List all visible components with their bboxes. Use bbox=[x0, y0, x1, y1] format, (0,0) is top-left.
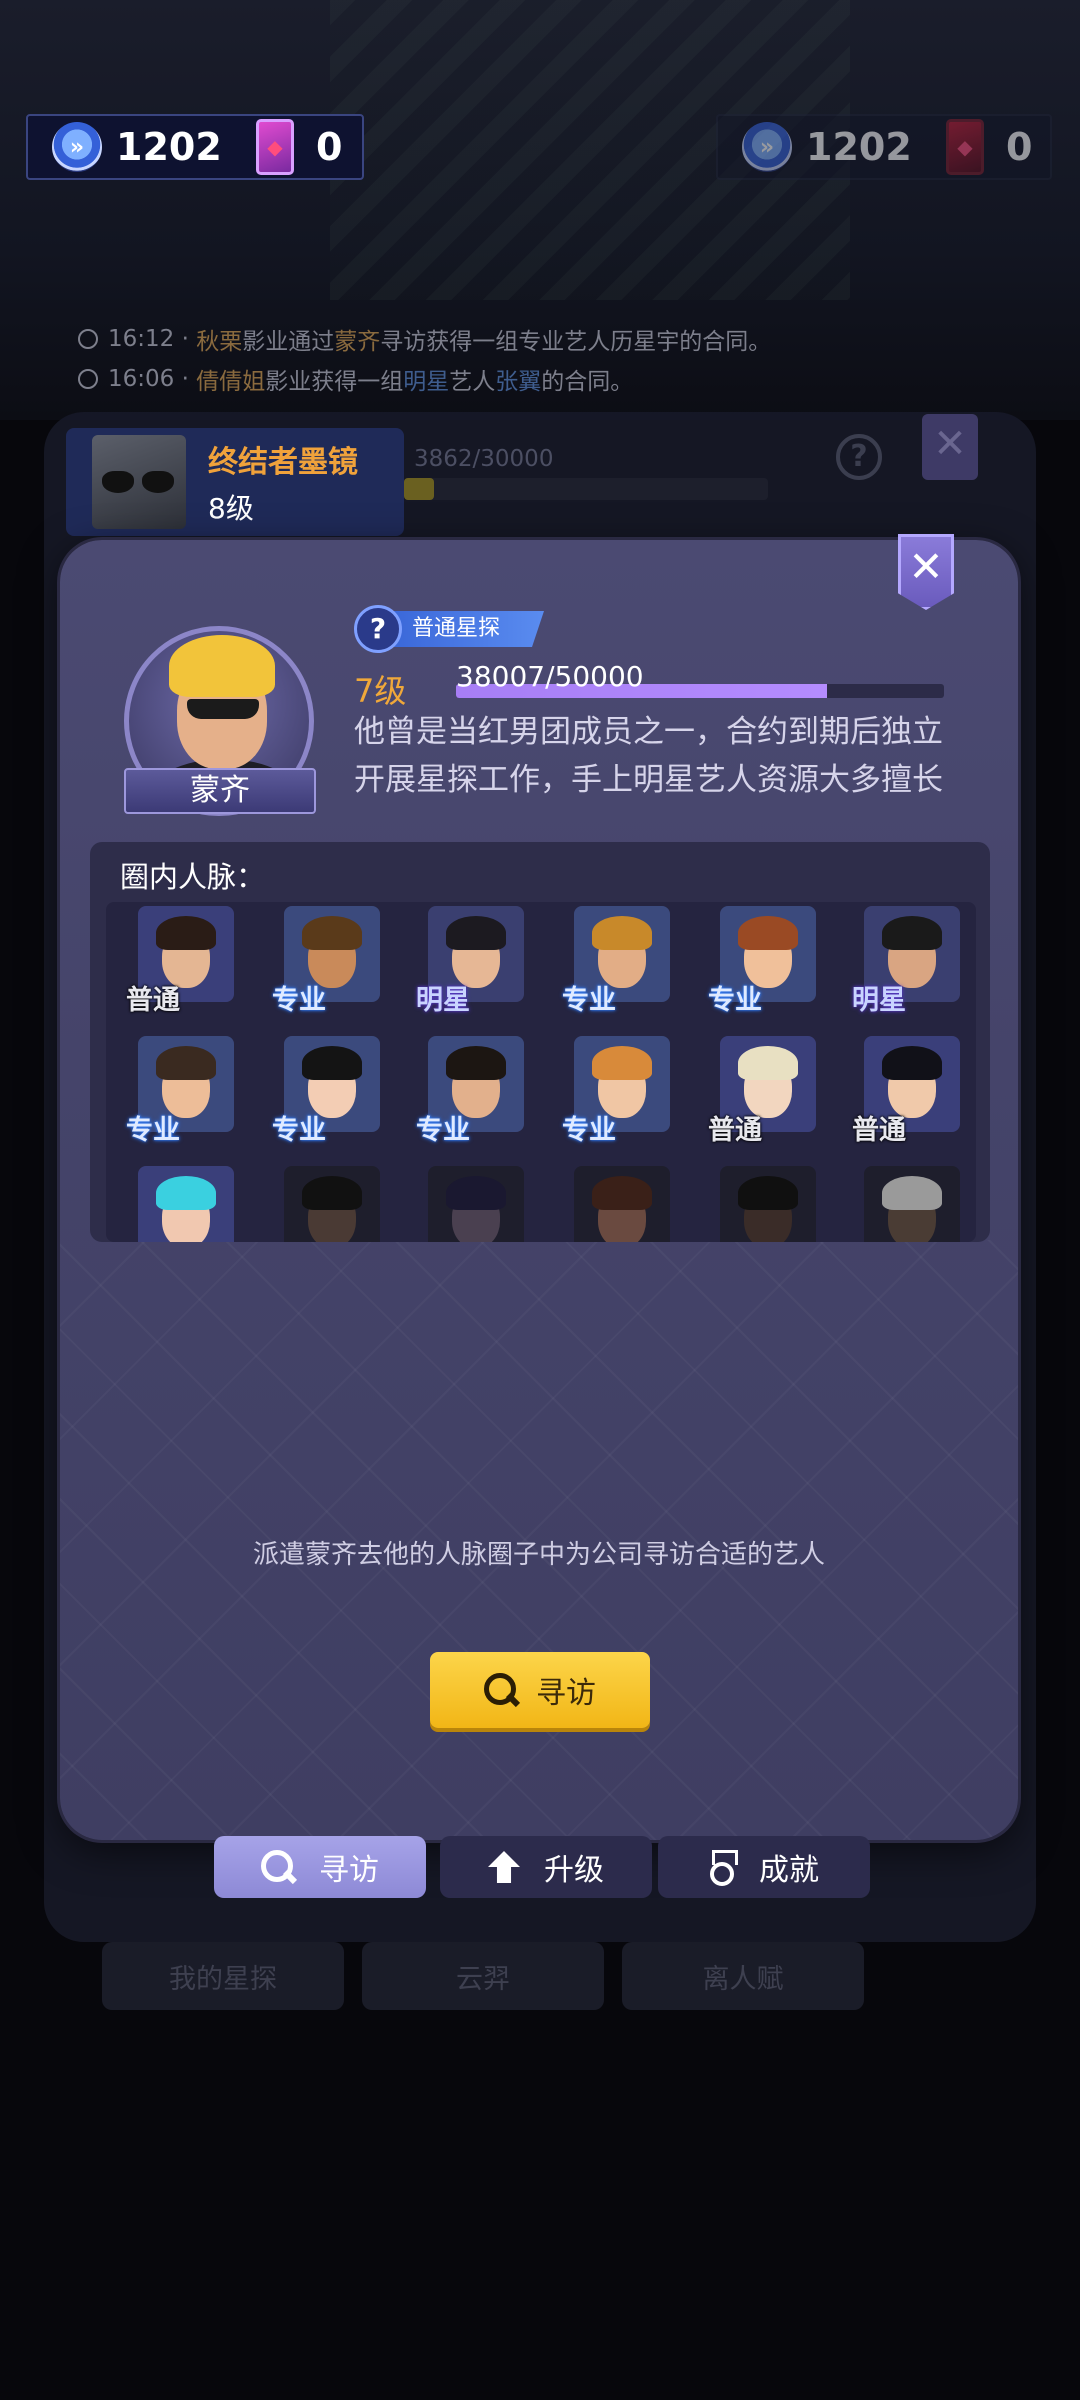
contact-card[interactable]: 明星 bbox=[852, 906, 960, 1016]
contact-card[interactable]: 普通 bbox=[708, 1036, 816, 1146]
contact-card[interactable]: 专业 bbox=[272, 1036, 380, 1146]
tab-search[interactable]: 寻访 bbox=[214, 1836, 426, 1898]
scout-level: 7级 bbox=[354, 672, 407, 710]
contact-rank: 普通 bbox=[126, 985, 180, 1016]
contact-avatar bbox=[428, 1166, 524, 1242]
item-progress-text: 3862/30000 bbox=[414, 446, 554, 472]
contact-rank: 专业 bbox=[126, 1115, 180, 1146]
scout-rank-icon: ? bbox=[354, 605, 402, 653]
card-icon: ◆ bbox=[946, 119, 984, 175]
stopwatch-count: 1202 bbox=[116, 125, 222, 169]
contact-card[interactable]: 专业 bbox=[562, 1036, 670, 1146]
upgrade-arrow-icon bbox=[488, 1851, 520, 1883]
item-name: 终结者墨镜 bbox=[208, 445, 358, 480]
clock-icon bbox=[78, 369, 98, 389]
contacts-grid[interactable]: 普通 专业 明星 专业 专业 明星 专业 专业 专业 专业 普通 普通 bbox=[106, 902, 976, 1242]
scout-bio: 他曾是当红男团成员之一，合约到期后独立开展星探工作，手上明星艺人资源大多擅长 bbox=[354, 714, 943, 798]
contact-rank: 专业 bbox=[708, 985, 762, 1016]
contact-rank: 专业 bbox=[562, 1115, 616, 1146]
tab-lirenfu[interactable]: 离人赋 bbox=[622, 1942, 864, 2010]
contact-rank: 专业 bbox=[272, 985, 326, 1016]
contact-card[interactable]: 普通 bbox=[126, 906, 234, 1016]
sunglasses-icon bbox=[92, 435, 186, 529]
contact-rank: 专业 bbox=[562, 985, 616, 1016]
contact-card[interactable] bbox=[708, 1166, 816, 1242]
contacts-panel: 圈内人脉： 普通 专业 明星 专业 专业 明星 专业 专业 专业 专业 普通 普通 bbox=[90, 842, 990, 1242]
contacts-title: 圈内人脉： bbox=[120, 860, 266, 894]
item-level: 8级 bbox=[208, 492, 254, 525]
search-button[interactable]: 寻访 bbox=[430, 1652, 650, 1728]
stopwatch-count: 1202 bbox=[806, 125, 912, 169]
stopwatch-icon: » bbox=[52, 122, 102, 172]
card-count: 0 bbox=[1006, 125, 1033, 169]
contact-card[interactable] bbox=[272, 1166, 380, 1242]
contact-avatar bbox=[138, 1166, 234, 1242]
scout-title: 普通星探 bbox=[394, 611, 544, 647]
contact-card[interactable] bbox=[126, 1166, 234, 1242]
contact-rank: 专业 bbox=[416, 1115, 470, 1146]
search-hint: 派遣蒙齐去他的人脉圈子中为公司寻访合适的艺人 bbox=[252, 1540, 825, 1570]
contact-rank: 明星 bbox=[852, 985, 906, 1016]
tab-search-label: 寻访 bbox=[319, 1853, 379, 1888]
search-icon bbox=[484, 1673, 518, 1707]
news-item: 16:12 · 秋栗 影业通过 蒙齐 寻访获得一组专业艺人历星宇的合同。 bbox=[78, 322, 771, 356]
tab-my-scouts[interactable]: 我的星探 bbox=[102, 1942, 344, 2010]
tab-upgrade-label: 升级 bbox=[544, 1853, 604, 1888]
contact-rank: 普通 bbox=[708, 1115, 762, 1146]
contact-avatar bbox=[864, 1166, 960, 1242]
contact-rank: 专业 bbox=[272, 1115, 326, 1146]
contact-card[interactable] bbox=[562, 1166, 670, 1242]
stopwatch-icon: » bbox=[742, 122, 792, 172]
contact-rank: 明星 bbox=[416, 985, 470, 1016]
search-button-label: 寻访 bbox=[536, 1676, 596, 1711]
scout-name: 蒙齐 bbox=[124, 768, 316, 814]
contact-avatar bbox=[284, 1166, 380, 1242]
card-count: 0 bbox=[316, 125, 343, 169]
medal-icon bbox=[709, 1850, 738, 1886]
contact-avatar bbox=[574, 1166, 670, 1242]
xp-text: 38007/50000 bbox=[456, 660, 644, 693]
clock-icon bbox=[78, 329, 98, 349]
contact-card[interactable]: 明星 bbox=[416, 906, 524, 1016]
contact-card[interactable]: 普通 bbox=[852, 1036, 960, 1146]
search-icon bbox=[261, 1850, 295, 1884]
equipped-item-card[interactable]: 终结者墨镜 8级 bbox=[66, 428, 404, 536]
item-progress-bar bbox=[404, 478, 768, 500]
contact-card[interactable]: 专业 bbox=[416, 1036, 524, 1146]
contact-rank: 普通 bbox=[852, 1115, 906, 1146]
background-close-button[interactable]: ✕ bbox=[922, 414, 978, 480]
contact-card[interactable]: 专业 bbox=[708, 906, 816, 1016]
contact-card[interactable]: 专业 bbox=[126, 1036, 234, 1146]
help-icon[interactable]: ? bbox=[836, 434, 882, 480]
contact-card[interactable] bbox=[852, 1166, 960, 1242]
scout-title-badge: ? 普通星探 bbox=[354, 605, 544, 653]
resource-bar-dimmed: » 1202 ◆ 0 bbox=[716, 114, 1052, 180]
contact-card[interactable]: 专业 bbox=[272, 906, 380, 1016]
contact-card[interactable] bbox=[416, 1166, 524, 1242]
resource-bar: » 1202 ◆ 0 bbox=[26, 114, 364, 180]
contact-card[interactable]: 专业 bbox=[562, 906, 670, 1016]
tab-achievement-label: 成就 bbox=[759, 1853, 819, 1888]
tab-upgrade[interactable]: 升级 bbox=[440, 1836, 652, 1898]
contact-avatar bbox=[720, 1166, 816, 1242]
card-icon: ◆ bbox=[256, 119, 294, 175]
tab-yunyi[interactable]: 云羿 bbox=[362, 1942, 604, 2010]
tab-achievement[interactable]: 成就 bbox=[658, 1836, 870, 1898]
news-item: 16:06 · 倩倩姐 影业获得一组 明星 艺人 张翼 的合同。 bbox=[78, 362, 633, 396]
